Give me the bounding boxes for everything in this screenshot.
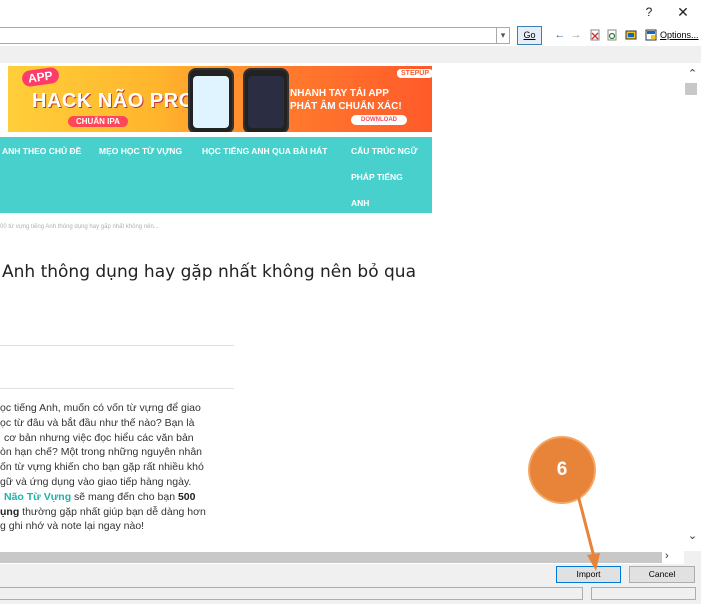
- new-web-query-dialog: ? ✕ ▾ Go ← → Options... APP HACK NÃO PRO…: [0, 0, 701, 604]
- phone-image: [243, 68, 289, 132]
- nav-item-grammar[interactable]: CẤU TRÚC NGỮ: [351, 146, 418, 156]
- bold-text: 500: [177, 490, 196, 503]
- address-input[interactable]: [0, 27, 497, 44]
- nav-item-vocab-tips[interactable]: MẸO HỌC TỪ VỰNG: [99, 146, 182, 156]
- highlight-link[interactable]: Não Từ Vựng: [4, 491, 71, 503]
- go-label: Go: [523, 30, 536, 40]
- paragraph-line: ọc từ đâu và bắt đầu như thế nào? Bạn là: [0, 416, 195, 429]
- scroll-down-icon[interactable]: ⌄: [684, 529, 701, 543]
- banner-brand: STEPUP: [397, 69, 432, 78]
- banner-title: HACK NÃO PRO: [32, 90, 195, 112]
- back-arrow-icon[interactable]: ←: [554, 29, 566, 41]
- address-dropdown-button[interactable]: ▾: [497, 27, 510, 44]
- banner-badge: APP: [21, 66, 60, 88]
- banner-download-button[interactable]: DOWNLOAD: [351, 115, 407, 125]
- help-button[interactable]: ?: [639, 3, 659, 21]
- paragraph-line: Não Từ Vựng sẽ mang đến cho bạn 500: [0, 490, 224, 505]
- refresh-icon[interactable]: [606, 29, 618, 41]
- callout-arrow-icon: [576, 494, 600, 571]
- nav-item-grammar-3[interactable]: ANH: [351, 198, 369, 208]
- paragraph-text: thường gặp nhất giúp bạn dễ dàng hơn: [22, 505, 206, 518]
- divider: [0, 345, 234, 346]
- step-callout: 6: [530, 438, 594, 502]
- banner-headline-2: PHÁT ÂM CHUẨN XÁC!: [290, 101, 402, 112]
- cancel-button[interactable]: Cancel: [629, 566, 695, 583]
- vertical-scrollbar[interactable]: ⌃ ⌄: [684, 63, 701, 551]
- paragraph-line: ốn từ vựng khiến cho bạn gặp rất nhiều k…: [0, 461, 204, 474]
- app-banner[interactable]: APP HACK NÃO PRO CHUẨN IPA STEPUP NHANH …: [8, 66, 432, 132]
- options-icon[interactable]: [645, 29, 657, 41]
- paragraph-line: òn hạn chế? Một trong những nguyên nhân: [0, 446, 203, 459]
- nav-item-songs[interactable]: HỌC TIẾNG ANH QUA BÀI HÁT: [202, 146, 327, 156]
- paragraph-line: ụng thường gặp nhất giúp bạn dễ dàng hơn: [0, 505, 224, 520]
- breadcrumb[interactable]: 00 từ vựng tiếng Anh thông dụng hay gặp …: [0, 224, 159, 230]
- phone-image: [188, 68, 234, 132]
- nav-item-topic[interactable]: ANH THEO CHỦ ĐỀ: [2, 146, 81, 156]
- paragraph-line: gữ và ứng dụng vào giao tiếp hàng ngày.: [0, 475, 192, 488]
- dialog-titlebar: ? ✕: [0, 0, 701, 24]
- paragraph-line: g ghi nhớ và note lại ngay nào!: [0, 520, 145, 533]
- article-title: Anh thông dụng hay gặp nhất không nên bỏ…: [2, 262, 417, 282]
- article-paragraph: ọc tiếng Anh, muốn có vốn từ vựng để gia…: [0, 401, 224, 534]
- paragraph-line: cơ bản nhưng việc đọc hiểu các văn bản: [4, 431, 194, 444]
- scroll-right-icon[interactable]: ›: [665, 550, 677, 563]
- banner-subtitle: CHUẨN IPA: [68, 116, 128, 127]
- nav-item-grammar-2[interactable]: PHÁP TIẾNG: [351, 172, 403, 182]
- chevron-down-icon: ▾: [500, 30, 506, 40]
- scroll-up-icon[interactable]: ⌃: [684, 67, 701, 81]
- banner-headline: NHANH TAY TẢI APP: [290, 88, 389, 99]
- site-nav: ANH THEO CHỦ ĐỀ MẸO HỌC TỪ VỰNG HỌC TIẾN…: [0, 137, 432, 213]
- paragraph-line: ọc tiếng Anh, muốn có vốn từ vựng để gia…: [0, 402, 201, 414]
- go-button[interactable]: Go: [517, 26, 542, 45]
- scroll-thumb[interactable]: [685, 83, 697, 95]
- bold-text: ụng: [0, 505, 20, 518]
- forward-arrow-icon[interactable]: →: [570, 29, 582, 41]
- status-bar: [0, 587, 583, 600]
- address-toolbar: ▾ Go ← → Options...: [0, 24, 701, 46]
- close-button[interactable]: ✕: [673, 3, 693, 21]
- status-progress: [591, 587, 696, 600]
- paragraph-text: sẽ mang đến cho bạn: [74, 490, 176, 503]
- options-link[interactable]: Options...: [660, 30, 699, 40]
- options-label: Options...: [660, 30, 699, 40]
- stop-icon[interactable]: [589, 29, 601, 41]
- save-query-icon[interactable]: [625, 29, 637, 41]
- divider: [0, 388, 234, 389]
